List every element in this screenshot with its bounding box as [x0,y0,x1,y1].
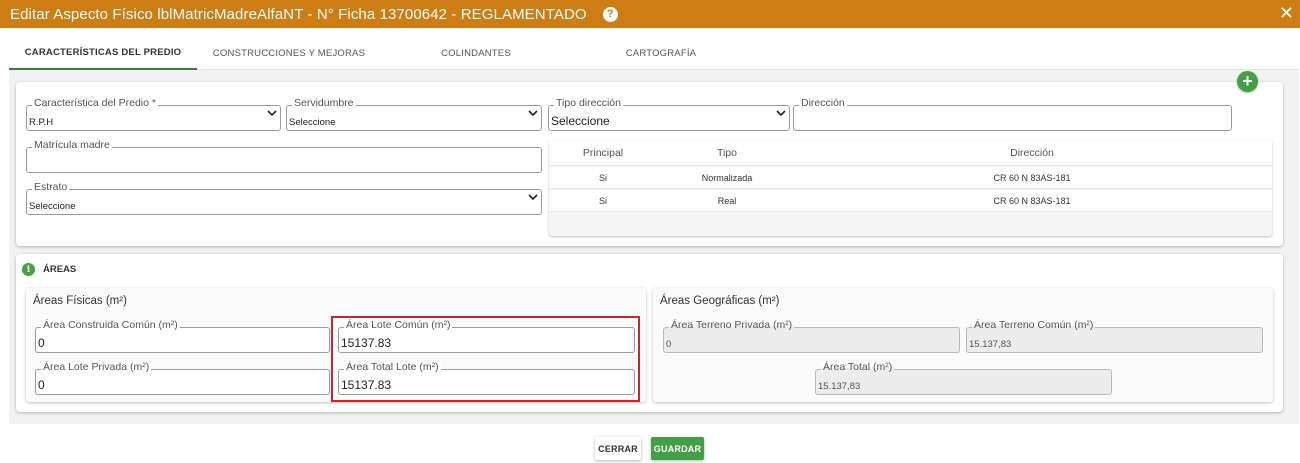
direcciones-table: Principal Tipo Dirección Si Normalizada … [549,140,1272,236]
area-lote-privada-value: 0 [38,378,45,392]
estrato-label: Estrato [32,181,70,193]
area-construida-comun-value: 0 [38,336,45,350]
areas-section-header: i ÁREAS [22,263,76,276]
chevron-down-icon [776,110,786,117]
area-construida-comun-input[interactable]: Área Construida Común (m²) 0 [35,320,330,353]
matricula-madre-label: Matrícula madre [32,139,112,151]
area-terreno-privada-label: Área Terreno Privada (m²) [669,319,795,331]
dialog-title: Editar Aspecto Físico lblMatricMadreAlfa… [10,5,587,23]
column-header-principal[interactable]: Principal [549,140,657,165]
caracteristica-predio-value: R.P.H [29,117,54,128]
area-lote-privada-input[interactable]: Área Lote Privada (m²) 0 [35,362,330,395]
area-total-label: Área Total (m²) [821,361,895,373]
tipo-direccion-label: Tipo dirección [554,97,623,109]
cell-direccion: CR 60 N 83AS-181 [993,172,1071,183]
area-terreno-comun-label: Área Terreno Común (m²) [972,319,1096,331]
caracteristica-predio-label: Característica del Predio [34,97,149,109]
tab-colindantes[interactable]: COLINDANTES [381,36,571,70]
chevron-down-icon [267,110,277,117]
estrato-select[interactable]: Estrato Seleccione [26,182,542,215]
estrato-value: Seleccione [29,201,76,212]
help-icon[interactable]: ? [602,6,618,22]
tab-construcciones-mejoras[interactable]: CONSTRUCCIONES Y MEJORAS [197,36,381,70]
area-terreno-privada-value: 0 [666,339,672,350]
area-total-value: 15.137,83 [818,381,861,392]
chevron-down-icon [528,110,538,117]
chevron-down-icon [528,194,538,201]
table-row[interactable]: Si Real CR 60 N 83AS-181 [549,190,1272,212]
highlight-box [331,316,640,402]
dialog-title-bar: Editar Aspecto Físico lblMatricMadreAlfa… [0,0,1300,28]
tab-cartografia[interactable]: CARTOGRAFÍA [571,36,751,70]
area-construida-comun-label: Área Construida Común (m²) [41,319,180,331]
servidumbre-value: Seleccione [289,117,336,128]
servidumbre-select[interactable]: Servidumbre Seleccione [286,98,542,131]
table-row[interactable]: Si Normalizada CR 60 N 83AS-181 [549,167,1272,189]
tipo-direccion-value: Seleccione [551,114,610,128]
cell-tipo: Normalizada [701,172,753,183]
matricula-madre-input[interactable]: Matrícula madre [26,140,542,173]
direccion-input[interactable]: Dirección [793,98,1232,131]
tab-bar: CARACTERÍSTICAS DEL PREDIO CONSTRUCCIONE… [9,36,1299,70]
cerrar-button[interactable]: CERRAR [595,437,641,460]
cell-tipo: Real [717,195,737,206]
areas-fisicas-title: Áreas Físicas (m²) [33,295,127,307]
area-total-input: Área Total (m²) 15.137,83 [815,362,1112,395]
column-header-direccion[interactable]: Dirección [797,140,1267,165]
servidumbre-label: Servidumbre [292,97,356,109]
close-icon[interactable]: ✕ [1279,3,1294,23]
guardar-button[interactable]: GUARDAR [651,437,704,460]
direccion-label: Dirección [799,97,847,109]
add-direccion-button[interactable]: + [1237,71,1258,92]
area-terreno-comun-value: 15.137,83 [969,339,1012,350]
area-terreno-comun-input: Área Terreno Común (m²) 15.137,83 [966,320,1263,353]
cell-direccion: CR 60 N 83AS-181 [993,195,1071,206]
area-terreno-privada-input: Área Terreno Privada (m²) 0 [663,320,960,353]
caracteristica-predio-select[interactable]: Característica del Predio * R.P.H [26,98,281,131]
cell-principal: Si [598,172,607,183]
table-header-row: Principal Tipo Dirección [549,140,1272,166]
cell-principal: Si [598,195,607,206]
info-icon: i [22,263,35,276]
area-lote-privada-label: Área Lote Privada (m²) [41,361,152,373]
tab-caracteristicas-predio[interactable]: CARACTERÍSTICAS DEL PREDIO [9,36,197,70]
column-header-tipo[interactable]: Tipo [657,140,797,165]
tipo-direccion-select[interactable]: Tipo dirección Seleccione [548,98,790,131]
areas-section-title: ÁREAS [43,264,77,275]
required-mark: * [151,97,156,109]
areas-geograficas-title: Áreas Geográficas (m²) [660,295,780,307]
